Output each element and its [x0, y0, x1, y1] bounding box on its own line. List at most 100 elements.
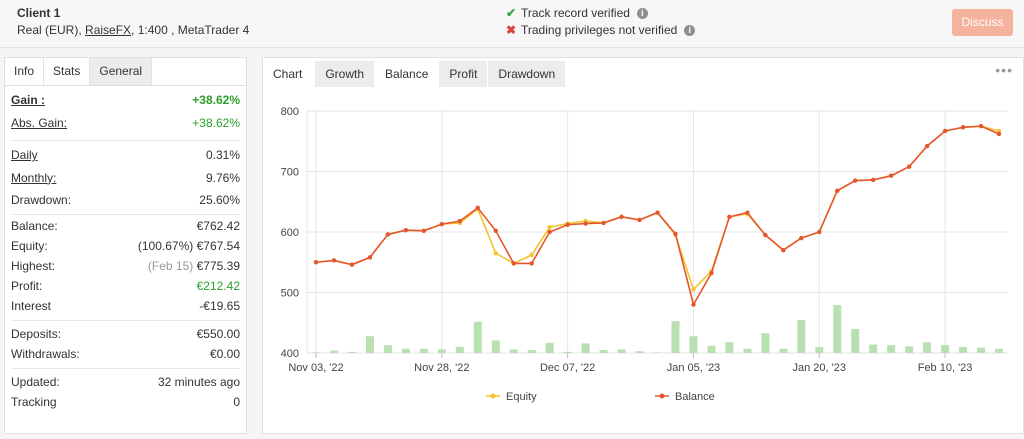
series-point-balance: [493, 228, 498, 233]
stat-row-equity: Equity: (100.67%) €767.54: [11, 236, 240, 256]
volume-bar: [653, 352, 662, 353]
stat-row-abs-gain: Abs. Gain: +38.62%: [11, 110, 240, 136]
account-type: Real (EUR),: [17, 23, 82, 37]
y-tick-label: 700: [281, 167, 299, 179]
series-point-balance: [942, 128, 948, 134]
stat-value: 0: [233, 395, 240, 409]
stat-label: Updated:: [11, 375, 60, 389]
volume-bar: [707, 345, 716, 353]
volume-bar: [365, 336, 374, 353]
volume-bar: [959, 347, 968, 353]
stat-value: €0.00: [209, 347, 240, 361]
series-point-balance: [673, 231, 678, 237]
volume-bar: [312, 352, 320, 353]
series-point-balance: [996, 131, 1002, 137]
stat-label: Deposits:: [11, 327, 62, 341]
stat-label: Balance:: [11, 219, 58, 233]
stat-label[interactable]: Daily: [11, 148, 38, 162]
stat-row-profit: Profit: €212.42: [11, 276, 240, 296]
chart-section-label: Chart: [263, 61, 315, 87]
stat-row-drawdown: Drawdown: 25.60%: [11, 190, 240, 210]
stat-value: €767.54: [196, 239, 240, 253]
stat-row-balance: Balance: €762.42: [11, 216, 240, 236]
series-point-balance: [691, 302, 696, 307]
stat-value: €775.39: [196, 259, 240, 273]
tab-general[interactable]: General: [90, 58, 153, 85]
stat-label[interactable]: Abs. Gain:: [11, 116, 67, 130]
stat-row-deposits: Deposits: €550.00: [11, 324, 240, 344]
volume-bar: [491, 340, 500, 353]
stat-row-gain: Gain : +38.62%: [11, 90, 240, 110]
legend-marker-equity: [490, 393, 496, 399]
series-point-balance: [529, 261, 534, 266]
volume-bar: [905, 346, 914, 353]
highest-date: (Feb 15): [147, 259, 194, 273]
cross-icon: ✖: [505, 23, 517, 37]
stat-label[interactable]: Gain :: [11, 93, 45, 107]
volume-bar: [509, 349, 518, 353]
series-point-balance: [547, 229, 552, 235]
series-point-balance: [511, 261, 516, 266]
series-point-balance: [439, 221, 445, 227]
volume-bar: [869, 344, 878, 353]
series-point-balance: [924, 143, 930, 149]
stat-value: €212.42: [196, 279, 240, 293]
y-tick-label: 600: [281, 227, 299, 239]
series-point-balance: [349, 262, 355, 267]
volume-bar: [977, 347, 986, 353]
stats-tabs: Info Stats General: [5, 58, 246, 86]
volume-bar: [887, 345, 896, 353]
trading-privileges-status: ✖ Trading privileges not verified i: [505, 23, 696, 37]
series-point-balance: [403, 227, 409, 233]
volume-bar: [761, 333, 770, 353]
broker-link[interactable]: RaiseFX: [85, 23, 131, 37]
stat-value: +38.62%: [192, 93, 240, 107]
stat-row-interest: Interest -€19.65: [11, 296, 240, 316]
series-point-balance: [888, 173, 894, 178]
stat-label: Tracking: [11, 395, 57, 409]
legend-marker-balance: [659, 393, 665, 399]
series-point-balance: [763, 232, 768, 238]
tab-profit[interactable]: Profit: [439, 61, 488, 87]
series-point-balance: [475, 205, 480, 210]
stat-label: Highest:: [11, 259, 56, 273]
x-tick-label: Jan 05, '23: [667, 362, 720, 374]
more-options-icon[interactable]: •••: [995, 62, 1013, 78]
stat-value: €550.00: [196, 327, 240, 341]
volume-bar: [347, 351, 356, 353]
series-point-balance: [331, 258, 337, 263]
stat-value: +38.62%: [192, 116, 240, 130]
legend-label-balance: Balance: [675, 391, 715, 403]
discuss-button[interactable]: Discuss: [952, 9, 1013, 36]
series-point-balance: [367, 255, 373, 260]
series-point-balance: [817, 229, 822, 235]
volume-bar: [383, 345, 392, 353]
info-icon[interactable]: i: [684, 24, 696, 36]
stat-label[interactable]: Monthly:: [11, 171, 56, 185]
stat-row-highest: Highest: (Feb 15) €775.39: [11, 256, 240, 276]
tab-stats[interactable]: Stats: [44, 58, 91, 85]
stat-value: €762.42: [196, 219, 240, 233]
series-point-balance: [637, 217, 642, 223]
volume-bar: [527, 350, 536, 353]
series-point-balance: [385, 232, 391, 237]
track-record-status: ✔ Track record verified i: [505, 6, 648, 20]
volume-bar: [635, 351, 644, 353]
volume-bar: [797, 320, 806, 353]
volume-bar: [419, 348, 428, 353]
leverage-platform: , 1:400 , MetaTrader 4: [131, 23, 250, 37]
account-header: Client 1 Real (EUR), RaiseFX, 1:400 , Me…: [0, 0, 1024, 48]
tab-balance[interactable]: Balance: [375, 61, 439, 87]
info-icon[interactable]: i: [636, 7, 648, 19]
tab-info[interactable]: Info: [5, 58, 45, 85]
series-point-balance: [853, 178, 858, 183]
series-point-balance: [565, 222, 570, 227]
volume-bar: [671, 321, 680, 353]
stat-row-updated: Updated: 32 minutes ago: [11, 372, 240, 392]
x-tick-label: Nov 28, '22: [414, 362, 469, 374]
tab-growth[interactable]: Growth: [315, 61, 375, 87]
volume-bar: [851, 329, 860, 353]
tab-drawdown[interactable]: Drawdown: [488, 61, 566, 87]
stat-label: Withdrawals:: [11, 347, 80, 361]
stat-row-monthly: Monthly: 9.76%: [11, 165, 240, 190]
